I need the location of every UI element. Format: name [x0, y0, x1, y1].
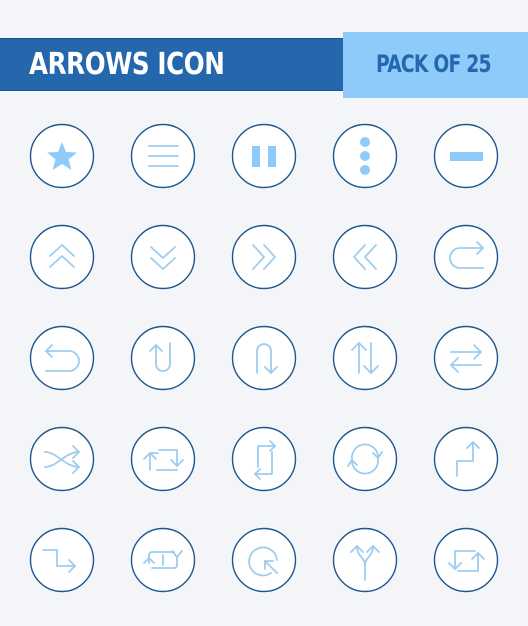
repeat-one-icon — [130, 527, 196, 593]
pause-icon — [231, 123, 297, 189]
split-arrow-icon — [332, 527, 398, 593]
star-icon — [29, 123, 95, 189]
double-chevron-up-icon — [29, 224, 95, 290]
minus-icon — [433, 123, 499, 189]
repeat-vertical-icon — [231, 426, 297, 492]
repeat-horizontal-icon — [130, 426, 196, 492]
undo-u-turn-icon — [29, 325, 95, 391]
rotate-arrow-icon — [231, 527, 297, 593]
refresh-icon — [332, 426, 398, 492]
double-chevron-down-icon — [130, 224, 196, 290]
swap-vertical-icon — [332, 325, 398, 391]
shuffle-icon — [29, 426, 95, 492]
menu-icon — [130, 123, 196, 189]
double-chevron-right-icon — [231, 224, 297, 290]
icon-grid — [0, 0, 528, 626]
step-right-arrow-icon — [29, 527, 95, 593]
u-turn-up-icon — [130, 325, 196, 391]
u-turn-down-icon — [231, 325, 297, 391]
redo-u-turn-icon — [433, 224, 499, 290]
loop-arrow-icon — [433, 527, 499, 593]
step-up-arrow-icon — [433, 426, 499, 492]
swap-horizontal-icon — [433, 325, 499, 391]
double-chevron-left-icon — [332, 224, 398, 290]
more-vertical-icon — [332, 123, 398, 189]
